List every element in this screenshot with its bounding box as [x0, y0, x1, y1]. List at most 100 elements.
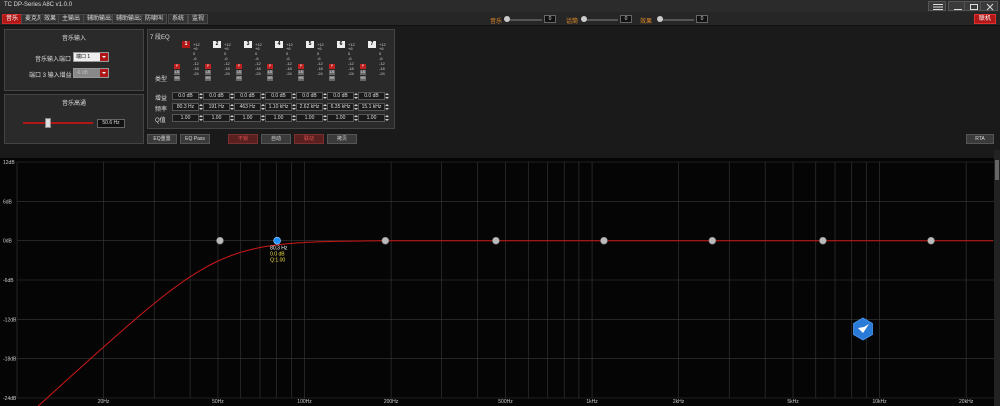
eq-band-number[interactable]: 1	[182, 41, 190, 48]
eq-band-number[interactable]: 5	[306, 41, 314, 48]
copy-button[interactable]: 拷贝	[327, 134, 357, 144]
eq-q-field[interactable]: 1.00	[203, 114, 230, 122]
menu-tab-0[interactable]: 音乐	[2, 14, 23, 24]
menu-tab-8[interactable]: 监视	[188, 14, 209, 24]
eq-band-handle[interactable]	[381, 236, 390, 245]
eq-band-handle[interactable]	[819, 236, 827, 245]
eq-gain-field[interactable]: 0.0 dB	[203, 92, 230, 100]
eq-scale-label: -24	[317, 71, 323, 76]
eq-gain-field[interactable]: 0.0 dB	[172, 92, 199, 100]
eq-type-ls-button[interactable]: LS	[236, 70, 242, 75]
title-bar: TC DP-Series A8C v1.0.0	[0, 0, 1000, 12]
effect-level-knob[interactable]	[657, 16, 663, 22]
eq-type-p-button[interactable]: P	[267, 64, 273, 69]
music-level-slider[interactable]	[505, 19, 542, 21]
mic-level-value[interactable]: 0	[620, 15, 632, 23]
eq-type-ls-button[interactable]: LS	[360, 70, 366, 75]
eq-freq-field[interactable]: 191 Hz	[203, 103, 230, 111]
highpass-handle[interactable]	[216, 236, 224, 245]
y-tick-label: -6dB	[3, 278, 14, 284]
mic-level-knob[interactable]	[581, 16, 587, 22]
eq-band-handle[interactable]	[927, 236, 935, 245]
eq-band-handle[interactable]	[708, 236, 717, 245]
eq-q-spinner[interactable]	[385, 114, 389, 122]
eq-type-hs-button[interactable]: HS	[236, 76, 242, 81]
eq-reset-button[interactable]: EQ重置	[147, 134, 177, 144]
menu-tab-3[interactable]: 主输出	[58, 14, 85, 24]
close-button[interactable]	[980, 1, 998, 11]
music-level-knob[interactable]	[504, 16, 510, 22]
eq-type-p-button[interactable]: P	[298, 64, 304, 69]
eq-type-hs-button[interactable]: HS	[360, 76, 366, 81]
eq-gain-field[interactable]: 0.0 dB	[296, 92, 323, 100]
eq-graph-canvas[interactable]: 12dB 6dB 0dB -6dB -12dB -18dB -24dB 20Hz 50Hz 100…	[0, 158, 1000, 406]
effect-level-slider[interactable]	[658, 19, 694, 21]
online-button[interactable]: 联机	[974, 14, 996, 24]
eq-gain-field[interactable]: 0.0 dB	[358, 92, 385, 100]
menu-tab-2[interactable]: 效果	[40, 14, 61, 24]
eq-type-p-button[interactable]: P	[205, 64, 211, 69]
eq-type-ls-button[interactable]: LS	[298, 70, 304, 75]
eq-q-field[interactable]: 1.00	[234, 114, 261, 122]
eq-type-p-button[interactable]: P	[174, 64, 180, 69]
eq-type-ls-button[interactable]: LS	[329, 70, 335, 75]
eq-freq-field[interactable]: 6.35 kHz	[327, 103, 354, 111]
eq-band-number[interactable]: 4	[275, 41, 283, 48]
eq-type-hs-button[interactable]: HS	[298, 76, 304, 81]
rta-button[interactable]: RTA	[966, 134, 994, 144]
x-tick-label: 20Hz	[98, 399, 110, 405]
eq-type-ls-button[interactable]: LS	[267, 70, 273, 75]
eq-type-p-button[interactable]: P	[236, 64, 242, 69]
eq-band-number[interactable]: 7	[368, 41, 376, 48]
music-level-value[interactable]: 0	[544, 15, 556, 23]
eq-freq-field[interactable]: 80.3 Hz	[172, 103, 199, 111]
eq-gain-field[interactable]: 0.0 dB	[265, 92, 292, 100]
mic-level-slider[interactable]	[582, 19, 618, 21]
link-button[interactable]: 联动	[294, 134, 324, 144]
eq-band-handle[interactable]	[600, 236, 608, 245]
eq-band-number[interactable]: 2	[213, 41, 221, 48]
eq-band-4: 4 +12 +6 0 -6 -12 -18 -24 P LS HS 0.0 dB 1.10 kHz 1.0…	[265, 38, 296, 122]
unlock-button[interactable]: 不锁	[228, 134, 258, 144]
eq-freq-field[interactable]: 2.62 kHz	[296, 103, 323, 111]
eq-type-ls-button[interactable]: LS	[174, 70, 180, 75]
highpass-slider-track[interactable]	[23, 122, 93, 124]
eq-gain-spinner[interactable]	[385, 92, 389, 100]
eq-type-hs-button[interactable]: HS	[174, 76, 180, 81]
menu-tab-7[interactable]: 系统	[168, 14, 189, 24]
eq-type-hs-button[interactable]: HS	[205, 76, 211, 81]
eq-type-ls-button[interactable]: LS	[205, 70, 211, 75]
eq-freq-field[interactable]: 463 Hz	[234, 103, 261, 111]
eq-type-p-button[interactable]: P	[360, 64, 366, 69]
highpass-slider-handle[interactable]	[45, 118, 51, 128]
menu-window-button[interactable]	[928, 1, 946, 11]
scrollbar-thumb[interactable]	[995, 160, 999, 180]
eq-type-hs-button[interactable]: HS	[267, 76, 273, 81]
eq-q-field[interactable]: 1.00	[296, 114, 323, 122]
eq-type-p-button[interactable]: P	[329, 64, 335, 69]
eq-scale-label: -24	[379, 71, 385, 76]
eq-gain-field[interactable]: 0.0 dB	[234, 92, 261, 100]
eq-band-handle[interactable]	[492, 236, 500, 245]
eq-freq-field[interactable]: 1.10 kHz	[265, 103, 292, 111]
effect-level-value[interactable]: 0	[696, 15, 708, 23]
eq-pass-button[interactable]: EQ Pass	[180, 134, 210, 144]
highpass-value[interactable]: 50.6 Hz	[97, 119, 125, 128]
eq-q-field[interactable]: 1.00	[265, 114, 292, 122]
auto-eq-button[interactable]: 自动	[261, 134, 291, 144]
eq-band-number[interactable]: 6	[337, 41, 345, 48]
eq-band-handle-active[interactable]	[273, 236, 281, 245]
eq-response-graph[interactable]: 12dB 6dB 0dB -6dB -12dB -18dB -24dB 20Hz 50Hz 100…	[0, 158, 1000, 406]
eq-band-number[interactable]: 3	[244, 41, 252, 48]
eq-freq-field[interactable]: 15.1 kHz	[358, 103, 385, 111]
eq-gain-field[interactable]: 0.0 dB	[327, 92, 354, 100]
menu-tab-6[interactable]: 防啸叫	[141, 14, 168, 24]
input-port-select[interactable]: 端口 1	[73, 52, 109, 62]
input-gain-select[interactable]: -6 dB	[73, 68, 109, 78]
eq-type-hs-button[interactable]: HS	[329, 76, 335, 81]
vertical-scrollbar[interactable]	[994, 150, 1000, 406]
eq-q-field[interactable]: 1.00	[358, 114, 385, 122]
eq-q-field[interactable]: 1.00	[172, 114, 199, 122]
eq-q-field[interactable]: 1.00	[327, 114, 354, 122]
eq-freq-spinner[interactable]	[385, 103, 389, 111]
